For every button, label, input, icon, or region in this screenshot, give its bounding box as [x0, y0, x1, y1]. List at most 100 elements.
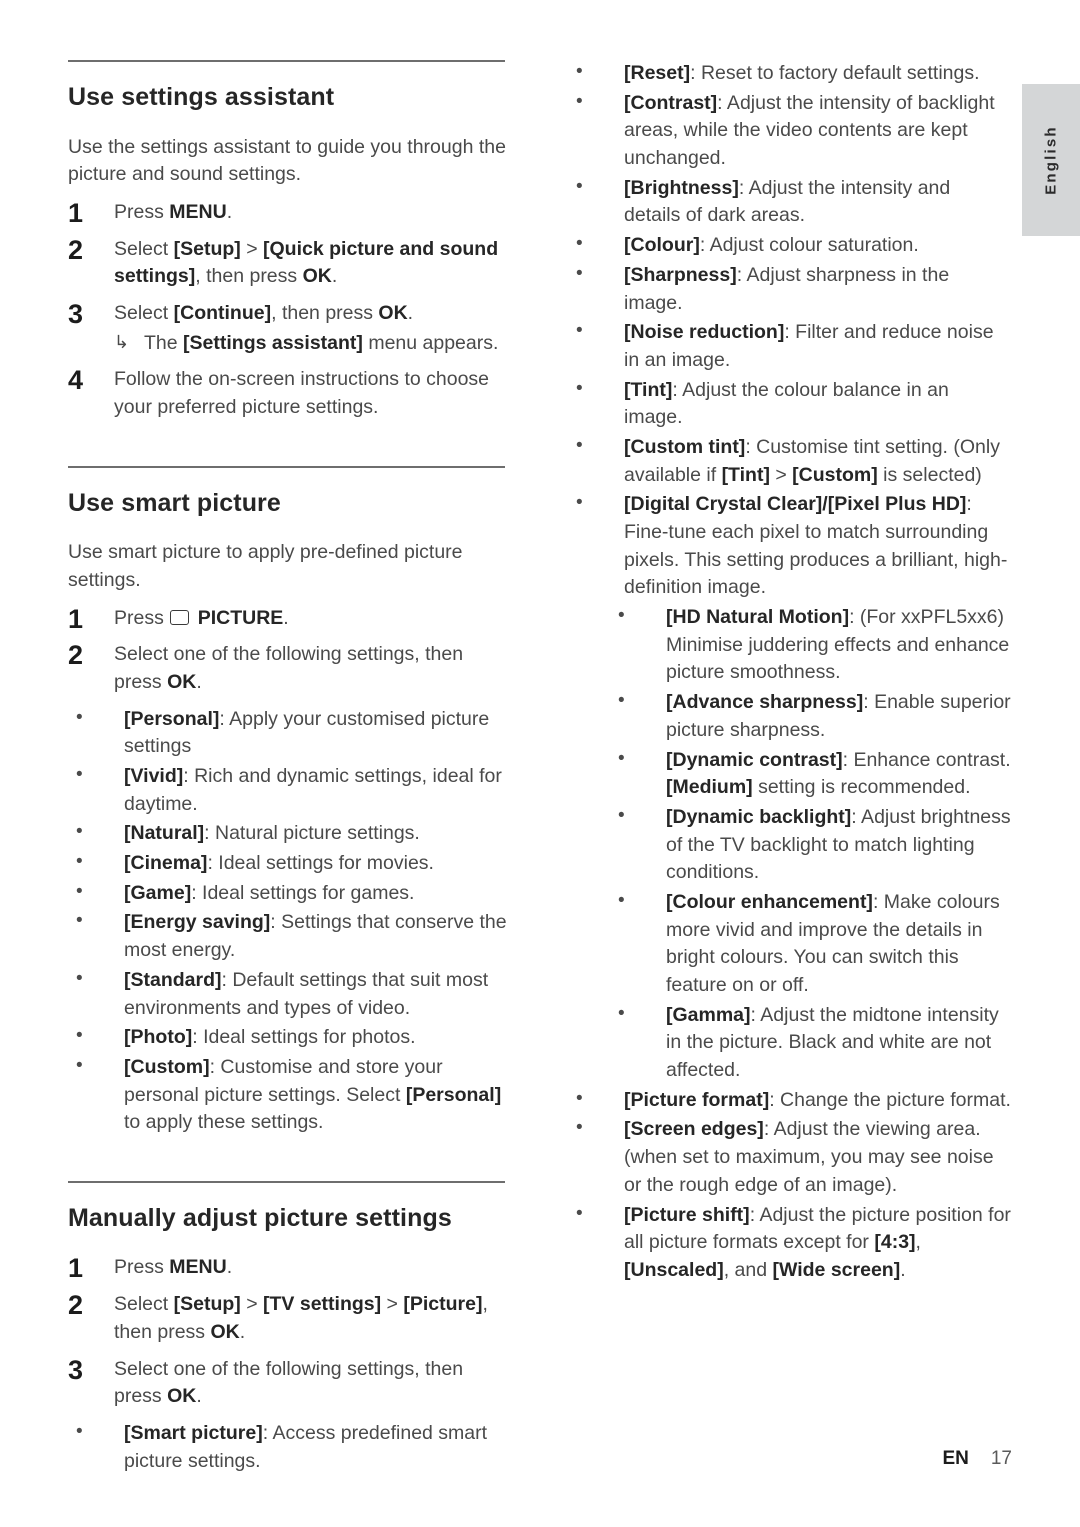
step-number: 1	[68, 197, 84, 228]
bullet-item: • [Cinema]: Ideal settings for movies.	[68, 850, 511, 878]
bullet-text: [Natural]: Natural picture settings.	[124, 822, 420, 845]
step-number: 1	[68, 603, 84, 634]
bullet-text: [Brightness]: Adjust the intensity and d…	[624, 176, 951, 227]
language-tab: English	[1022, 84, 1080, 236]
smart-picture-options-list: • [Personal]: Apply your customised pictu…	[68, 706, 511, 1137]
bullet-dot-icon: •	[76, 1054, 83, 1076]
bullet-text: [Colour enhancement]: Make colours more …	[666, 890, 1000, 996]
bullet-text: [Screen edges]: Adjust the viewing area.…	[624, 1118, 994, 1196]
bullet-item: • [Reset]: Reset to factory default setti…	[568, 60, 1011, 88]
bullet-item: • [Photo]: Ideal settings for photos.	[68, 1024, 511, 1052]
bullet-dot-icon: •	[76, 910, 83, 932]
bullet-text: [Contrast]: Adjust the intensity of back…	[624, 91, 995, 170]
nested-bullet-item: • [Dynamic backlight]: Adjust brightness …	[610, 804, 1011, 887]
bullet-dot-icon: •	[576, 61, 583, 82]
bullet-text: [Game]: Ideal settings for games.	[124, 881, 415, 904]
bullet-text: [Reset]: Reset to factory default settin…	[624, 62, 980, 84]
bullet-dot-icon: •	[576, 1087, 583, 1109]
bullet-text: [Cinema]: Ideal settings for movies.	[124, 852, 434, 875]
bullet-item: • [Sharpness]: Adjust sharpness in the im…	[568, 262, 1011, 317]
right-column: • [Reset]: Reset to factory default setti…	[568, 60, 1011, 1287]
nested-bullet-item: • [Advance sharpness]: Enable superior pi…	[610, 689, 1011, 744]
bullet-text: [Vivid]: Rich and dynamic settings, idea…	[124, 765, 502, 815]
section-divider	[68, 60, 505, 62]
step-item: 2 Select [Setup] > [Quick picture and sou…	[68, 235, 511, 291]
step-item: 3 Select one of the following settings, t…	[68, 1355, 511, 1411]
step-text: Select [Setup] > [Quick picture and soun…	[114, 237, 499, 288]
bullet-dot-icon: •	[618, 605, 625, 627]
step-text: Follow the on-screen instructions to cho…	[114, 368, 490, 418]
bullet-dot-icon: •	[618, 804, 625, 826]
section-use-smart-picture: Use smart picture Use smart picture to a…	[68, 465, 511, 1137]
bullet-dot-icon: •	[576, 1202, 583, 1224]
step-item: 2 Select one of the following settings, t…	[68, 640, 511, 696]
step-text: Select [Setup] > [TV settings] > [Pictur…	[114, 1293, 488, 1343]
bullet-item: • [Personal]: Apply your customised pictu…	[68, 706, 511, 761]
manual-page: English Use settings assistant Use the s…	[0, 0, 1080, 1527]
bullet-dot-icon: •	[76, 1025, 83, 1047]
step-item: 2 Select [Setup] > [TV settings] > [Pictu…	[68, 1290, 511, 1346]
bullet-item: • [Energy saving]: Settings that conserve…	[68, 909, 511, 964]
nested-bullet-item: • [HD Natural Motion]: (For xxPFL5xx6) Mi…	[610, 604, 1011, 687]
step-number: 1	[68, 1253, 84, 1284]
bullet-text: [Digital Crystal Clear]/[Pixel Plus HD]:…	[624, 493, 1008, 599]
bullet-text: [Tint]: Adjust the colour balance in an …	[624, 378, 949, 429]
bullet-text: [Noise reduction]: Filter and reduce noi…	[624, 321, 994, 371]
section-divider	[68, 1180, 505, 1183]
section-use-settings-assistant: Use settings assistant Use the settings …	[68, 60, 511, 422]
bullet-item: • [Custom tint]: Customise tint setting. …	[568, 434, 1011, 489]
bullet-item: • [Colour]: Adjust colour saturation.	[568, 232, 1011, 260]
bullet-item: • [Tint]: Adjust the colour balance in an…	[568, 377, 1011, 432]
bullet-dot-icon: •	[76, 851, 83, 873]
step-text: Select one of the following settings, th…	[114, 643, 464, 693]
page-footer: EN 17	[0, 1448, 1012, 1470]
bullet-text: [Gamma]: Adjust the midtone intensity in…	[666, 1003, 999, 1082]
bullet-text: [HD Natural Motion]: (For xxPFL5xx6) Min…	[666, 606, 1010, 684]
bullet-item: • [Contrast]: Adjust the intensity of bac…	[568, 90, 1011, 173]
bullet-item: • [Screen edges]: Adjust the viewing area…	[568, 1116, 1011, 1199]
bullet-text: [Picture shift]: Adjust the picture posi…	[624, 1203, 1011, 1281]
bullet-text: [Personal]: Apply your customised pictur…	[124, 707, 490, 758]
bullet-item: • [Natural]: Natural picture settings.	[68, 820, 511, 848]
bullet-item: • [Custom]: Customise and store your pers…	[68, 1054, 511, 1137]
step-item: 1 Press MENU.	[68, 198, 511, 228]
bullet-text: [Advance sharpness]: Enable superior pic…	[666, 691, 1011, 741]
bullet-dot-icon: •	[618, 1002, 625, 1024]
bullet-dot-icon: •	[576, 233, 583, 255]
bullet-dot-icon: •	[76, 1420, 83, 1442]
section-heading: Manually adjust picture settings	[68, 1203, 452, 1232]
bullet-item: • [Noise reduction]: Filter and reduce no…	[568, 319, 1011, 374]
bullet-dot-icon: •	[576, 262, 583, 284]
footer-locale: EN	[942, 1448, 969, 1469]
bullet-text: [Colour]: Adjust colour saturation.	[624, 234, 919, 257]
bullet-text: [Custom]: Customise and store your perso…	[124, 1055, 502, 1134]
bullet-item: • [Game]: Ideal settings for games.	[68, 880, 511, 908]
bullet-dot-icon: •	[576, 1117, 583, 1139]
bullet-dot-icon: •	[576, 492, 583, 514]
language-tab-label: English	[1042, 125, 1060, 195]
bullet-text: [Dynamic backlight]: Adjust brightness o…	[666, 805, 1011, 884]
footer-page-number: 17	[990, 1448, 1012, 1469]
bullet-text: [Custom tint]: Customise tint setting. (…	[624, 435, 1000, 486]
bullet-dot-icon: •	[576, 377, 583, 399]
section-divider	[68, 465, 505, 468]
bullet-dot-icon: •	[76, 967, 83, 989]
step-item: 3 Select [Continue], then press OK. ↳ The […	[68, 299, 511, 357]
nested-bullet-item: • [Dynamic contrast]: Enhance contrast. […	[610, 747, 1011, 802]
step-number: 2	[68, 640, 84, 671]
bullet-text: [Picture format]: Change the picture for…	[624, 1088, 1011, 1111]
step-item: 4 Follow the on-screen instructions to ch…	[68, 365, 511, 421]
bullet-dot-icon: •	[576, 175, 583, 197]
step-text: Select [Continue], then press OK.	[114, 301, 414, 324]
bullet-item: • [Picture format]: Change the picture fo…	[568, 1087, 1011, 1115]
steps-list: 1 Press MENU. 2 Select [Setup] > [Quick pic…	[68, 198, 511, 422]
steps-list: 1 Press MENU. 2 Select [Setup] > [TV settin…	[68, 1253, 511, 1411]
bullet-dot-icon: •	[576, 320, 583, 342]
step-text: Press PICTURE.	[114, 606, 289, 629]
bullet-item: • [Standard]: Default settings that suit …	[68, 967, 511, 1022]
bullet-item: • [Vivid]: Rich and dynamic settings, ide…	[68, 763, 511, 818]
bullet-item: • [Brightness]: Adjust the intensity and …	[568, 175, 1011, 230]
section-heading: Use settings assistant	[68, 83, 335, 111]
bullet-dot-icon: •	[76, 821, 83, 843]
bullet-dot-icon: •	[576, 434, 583, 456]
